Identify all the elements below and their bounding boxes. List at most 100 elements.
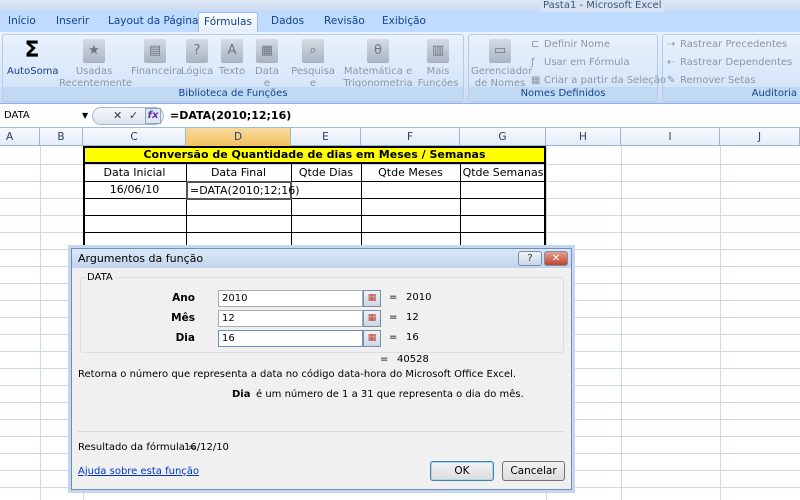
usadas-recentemente-button[interactable]: ★ Usadas Recentemente (59, 39, 132, 90)
arg-description: é um número de 1 a 31 que representa o d… (256, 389, 524, 400)
result-label: Resultado da fórmula = (78, 442, 197, 453)
group-biblioteca: Σ AutoSoma ★ Usadas Recentemente ▤ Finan… (2, 34, 464, 102)
header-qtde-meses[interactable]: Qtde Meses (361, 164, 460, 181)
range-select-icon[interactable]: ▦ (363, 290, 381, 307)
arg-input-ano[interactable]: 2010 (218, 290, 363, 307)
column-header-j[interactable]: J (720, 128, 800, 146)
name-manager-icon: ▭ (489, 39, 511, 63)
cell-d3-active[interactable]: =DATA(2010;12;16) (186, 181, 300, 200)
insert-function-icon[interactable]: fx (145, 108, 161, 124)
financeira-button[interactable]: ▤ Financeira (131, 39, 182, 78)
column-header-e[interactable]: E (291, 128, 361, 146)
name-box[interactable]: DATA (0, 107, 92, 125)
ribbon: Σ AutoSoma ★ Usadas Recentemente ▤ Finan… (0, 32, 800, 104)
tab-revisao[interactable]: Revisão (320, 12, 369, 32)
arg-name: Dia (232, 389, 251, 400)
arg-input-mes[interactable]: 12 (218, 310, 363, 327)
header-data-inicial[interactable]: Data Inicial (83, 164, 186, 181)
formula-bar: DATA ▼ ✕ ✓ fx =DATA(2010;12;16) (0, 104, 800, 128)
book-magnifier-icon: ⌕ (302, 39, 324, 63)
column-header-h[interactable]: H (546, 128, 621, 146)
book-calendar-icon: ▦ (256, 39, 278, 63)
criar-selecao-button[interactable]: ▦ Criar a partir da Seleção (531, 75, 666, 86)
rastrear-dependentes-button[interactable]: ⇠ Rastrear Dependentes (667, 57, 792, 68)
close-icon[interactable]: ✕ (544, 251, 568, 266)
rastrear-precedentes-button[interactable]: ⇢ Rastrear Precedentes (667, 39, 787, 50)
tab-inserir[interactable]: Inserir (52, 12, 93, 32)
range-select-icon[interactable]: ▦ (363, 310, 381, 327)
formula-controls: ✕ ✓ fx (92, 107, 164, 125)
tab-layout[interactable]: Layout da Página (104, 12, 202, 32)
dialog-title: Argumentos da função (72, 249, 571, 268)
arg-result-ano: 2010 (406, 292, 432, 303)
arg-input-dia[interactable]: 16 (218, 330, 363, 347)
book-theta-icon: θ (367, 39, 389, 63)
cancel-icon[interactable]: ✕ (113, 108, 122, 124)
header-data-final[interactable]: Data Final (186, 164, 291, 181)
sigma-icon: Σ (24, 38, 40, 63)
group-nomes: ▭ Gerenciador de Nomes ⊏ Definir Nome ƒ Us… (468, 34, 666, 102)
logica-button[interactable]: ? Lógica (181, 39, 213, 78)
definir-nome-button[interactable]: ⊏ Definir Nome (531, 39, 610, 50)
help-link[interactable]: Ajuda sobre esta função (78, 466, 199, 477)
chevron-down-icon[interactable]: ▼ (82, 107, 88, 125)
arg-label-mes: Mês (171, 312, 195, 324)
gerenciador-nomes-button[interactable]: ▭ Gerenciador de Nomes (471, 39, 532, 90)
column-header-i[interactable]: I (621, 128, 720, 146)
fx-icon: ƒ (531, 57, 535, 68)
book-question-icon: ? (186, 39, 208, 63)
group-auditoria: ⇢ Rastrear Precedentes ⇠ Rastrear Dependen… (662, 34, 800, 102)
arg-result-mes: 12 (406, 312, 419, 323)
check-icon[interactable]: ✓ (129, 108, 138, 124)
cancel-button[interactable]: Cancelar (502, 461, 565, 481)
header-qtde-semanas[interactable]: Qtde Semanas (460, 164, 546, 181)
result-value: 16/12/10 (184, 442, 229, 453)
column-header-f[interactable]: F (361, 128, 460, 146)
column-header-d[interactable]: D (186, 128, 291, 146)
header-qtde-dias[interactable]: Qtde Dias (291, 164, 361, 181)
grid-icon: ▦ (531, 75, 541, 86)
arg-label-ano: Ano (172, 292, 195, 304)
matematica-button[interactable]: θ Matemática e Trigonometria (343, 39, 413, 90)
total-result: 40528 (397, 354, 429, 365)
arg-result-dia: 16 (406, 332, 419, 343)
tab-dados[interactable]: Dados (267, 12, 308, 32)
book-star-icon: ★ (83, 39, 105, 63)
column-header-c[interactable]: C (83, 128, 186, 146)
formula-input[interactable]: =DATA(2010;12;16) (170, 107, 291, 125)
column-headers: A B C D E F G H I J (0, 128, 800, 146)
help-icon[interactable]: ? (518, 251, 542, 266)
mais-funcoes-button[interactable]: ▥ Mais Funções (415, 39, 461, 90)
title-bar (0, 0, 800, 10)
ok-button[interactable]: OK (430, 461, 494, 481)
group-label: Auditoria (663, 87, 800, 101)
range-select-icon[interactable]: ▦ (363, 330, 381, 347)
total-eq: = (380, 354, 389, 365)
function-name: DATA (85, 272, 115, 283)
column-header-b[interactable]: B (40, 128, 83, 146)
tab-formulas[interactable]: Fórmulas (198, 12, 258, 32)
book-icon: ▤ (144, 39, 166, 63)
remover-setas-button[interactable]: ✎ Remover Setas (667, 75, 756, 86)
arg-label-dia: Dia (175, 332, 195, 344)
tag-icon: ⊏ (531, 39, 540, 50)
cell-c3[interactable]: 16/06/10 (83, 181, 186, 198)
texto-button[interactable]: A Texto (217, 39, 247, 78)
column-header-g[interactable]: G (460, 128, 546, 146)
trace-dependents-icon: ⇠ (667, 57, 676, 68)
tab-inicio[interactable]: Início (4, 12, 40, 32)
column-header-a[interactable]: A (0, 128, 40, 146)
books-icon: ▥ (427, 39, 449, 63)
trace-precedents-icon: ⇢ (667, 39, 676, 50)
autosoma-button[interactable]: Σ AutoSoma (7, 38, 59, 78)
divider (78, 431, 565, 432)
table-title-cell[interactable]: Conversão de Quantidade de dias em Meses… (83, 146, 546, 164)
ribbon-tabs: Início Inserir Layout da Página Fórmulas… (0, 10, 800, 32)
group-label: Biblioteca de Funções (3, 87, 463, 101)
usar-formula-button[interactable]: ƒ Usar em Fórmula (531, 57, 629, 68)
window-title: Pasta1 - Microsoft Excel (540, 0, 665, 12)
book-a-icon: A (221, 39, 243, 63)
arg-eq: = (389, 332, 398, 343)
tab-exibicao[interactable]: Exibição (378, 12, 430, 32)
arg-eq: = (389, 312, 398, 323)
